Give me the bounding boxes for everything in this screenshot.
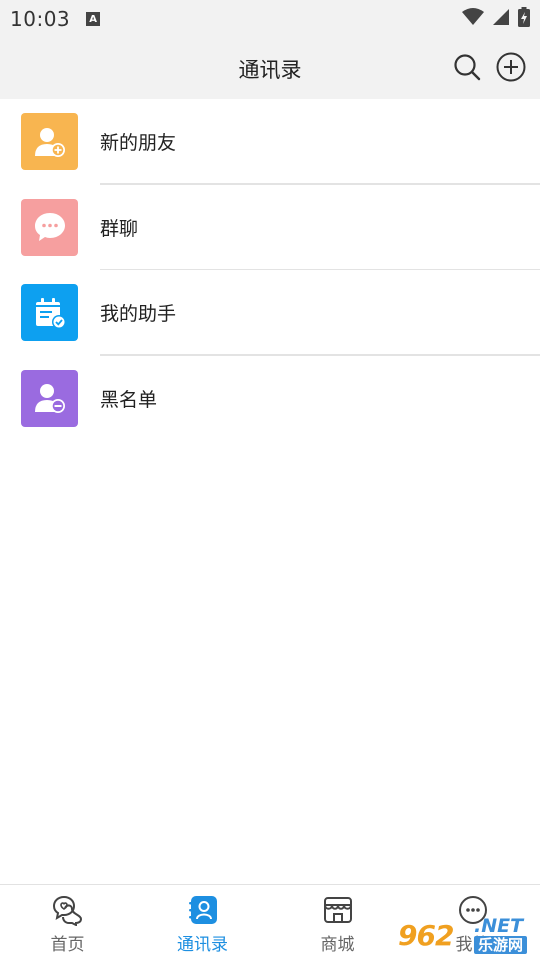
watermark-net: .NET	[474, 915, 524, 937]
list-item-new-friends[interactable]: 新的朋友	[0, 99, 540, 185]
contact-list: 新的朋友 群聊 我的助手 黑名单	[0, 99, 540, 441]
watermark: 962 .NET 乐游网	[398, 912, 538, 958]
contacts-icon	[187, 894, 219, 926]
store-icon	[322, 894, 354, 926]
status-bar: 10:03 A	[0, 0, 540, 38]
nav-label: 通讯录	[177, 935, 228, 955]
wifi-icon	[462, 8, 484, 30]
chat-bubble-icon	[21, 198, 78, 256]
list-item-label: 黑名单	[100, 388, 158, 411]
battery-icon	[518, 7, 530, 31]
nav-label: 首页	[50, 935, 85, 955]
list-item-blacklist[interactable]: 黑名单	[0, 356, 540, 442]
nav-home[interactable]: 首页	[0, 885, 135, 960]
home-chat-icon	[52, 894, 84, 926]
list-item-group-chat[interactable]: 群聊	[0, 185, 540, 270]
list-item-label: 新的朋友	[100, 132, 177, 155]
remove-user-icon	[21, 369, 78, 427]
nav-store[interactable]: 商城	[270, 885, 405, 960]
plus-circle-icon[interactable]	[496, 52, 526, 82]
nav-contacts[interactable]: 通讯录	[135, 885, 270, 960]
signal-icon	[492, 8, 510, 30]
page-title: 通讯录	[238, 57, 302, 82]
list-item-label: 群聊	[100, 217, 139, 240]
list-item-my-assistant[interactable]: 我的助手	[0, 270, 540, 356]
notification-icon: A	[86, 12, 101, 26]
nav-label: 商城	[320, 935, 355, 955]
watermark-sub: 乐游网	[474, 936, 528, 954]
search-icon[interactable]	[452, 52, 482, 82]
calendar-check-icon	[21, 284, 78, 342]
add-user-icon	[21, 113, 78, 171]
watermark-logo: 962	[398, 918, 454, 952]
header: 通讯录	[0, 38, 540, 99]
status-time: 10:03	[10, 7, 71, 31]
list-item-label: 我的助手	[100, 303, 177, 326]
